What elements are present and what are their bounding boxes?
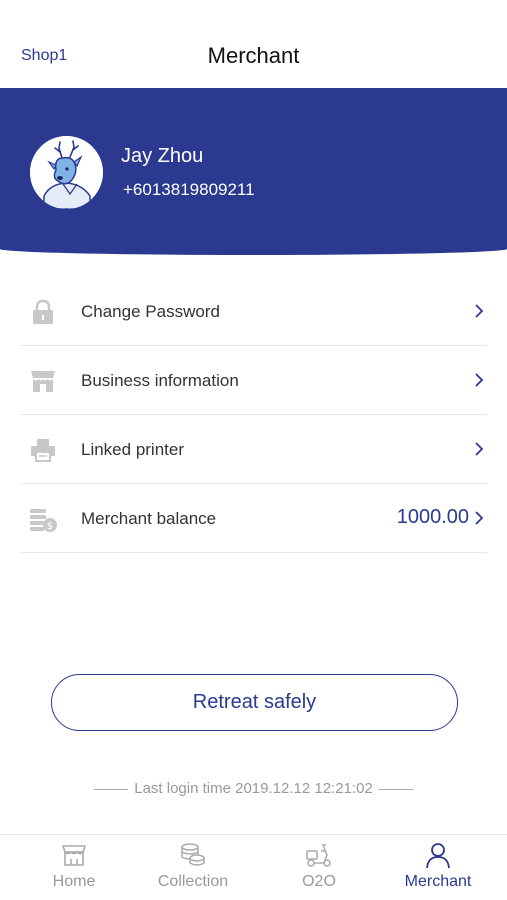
tab-collection-label: Collection (157, 873, 229, 890)
merchant-balance-label: Merchant balance (81, 509, 217, 528)
tab-merchant[interactable]: Merchant (378, 835, 498, 900)
page-title: Merchant (207, 43, 300, 68)
tab-o2o[interactable]: O2O (259, 835, 379, 900)
scooter-icon (306, 844, 331, 867)
person-icon (426, 843, 450, 869)
printer-icon (31, 439, 55, 462)
linked-printer-row[interactable]: Linked printer (21, 415, 487, 484)
chevron-right-icon (475, 511, 484, 525)
change-password-label: Change Password (81, 302, 220, 321)
deer-avatar-icon (30, 136, 103, 209)
lock-icon (33, 299, 53, 324)
user-phone: +6013819809211 (123, 180, 255, 199)
tab-home-label: Home (52, 873, 96, 890)
tab-o2o-label: O2O (302, 873, 336, 890)
business-information-label: Business information (81, 371, 239, 390)
svg-text:$: $ (47, 521, 53, 532)
chevron-right-icon (475, 442, 484, 456)
coins-icon: $ (30, 509, 57, 532)
profile-header: Jay Zhou +6013819809211 (0, 88, 507, 255)
store-icon (31, 371, 55, 392)
coins-stack-icon (181, 843, 205, 866)
settings-menu: Change Password Business information Lin… (21, 277, 487, 553)
retreat-safely-button[interactable]: Retreat safely (51, 674, 458, 731)
merchant-balance-value: 1000.00 (396, 506, 469, 528)
last-login-info: Last login time 2019.12.12 12:21:02 (0, 780, 507, 797)
merchant-balance-row[interactable]: $ Merchant balance 1000.00 (21, 484, 487, 553)
chevron-right-icon (475, 304, 484, 318)
avatar[interactable] (30, 136, 103, 209)
tab-home[interactable]: Home (14, 835, 134, 900)
user-name: Jay Zhou (121, 145, 204, 167)
change-password-row[interactable]: Change Password (21, 277, 487, 346)
tab-merchant-label: Merchant (404, 873, 472, 890)
top-bar: Shop1 Merchant (0, 0, 507, 88)
divider-line (94, 788, 129, 790)
store-icon (61, 845, 87, 866)
chevron-right-icon (475, 373, 484, 387)
bottom-tab-bar: Home Collection O2O Merchant (0, 834, 507, 900)
divider-line (378, 788, 413, 790)
tab-collection[interactable]: Collection (133, 835, 253, 900)
last-login-text: Last login time 2019.12.12 12:21:02 (134, 780, 373, 797)
business-information-row[interactable]: Business information (21, 346, 487, 415)
linked-printer-label: Linked printer (81, 440, 185, 459)
